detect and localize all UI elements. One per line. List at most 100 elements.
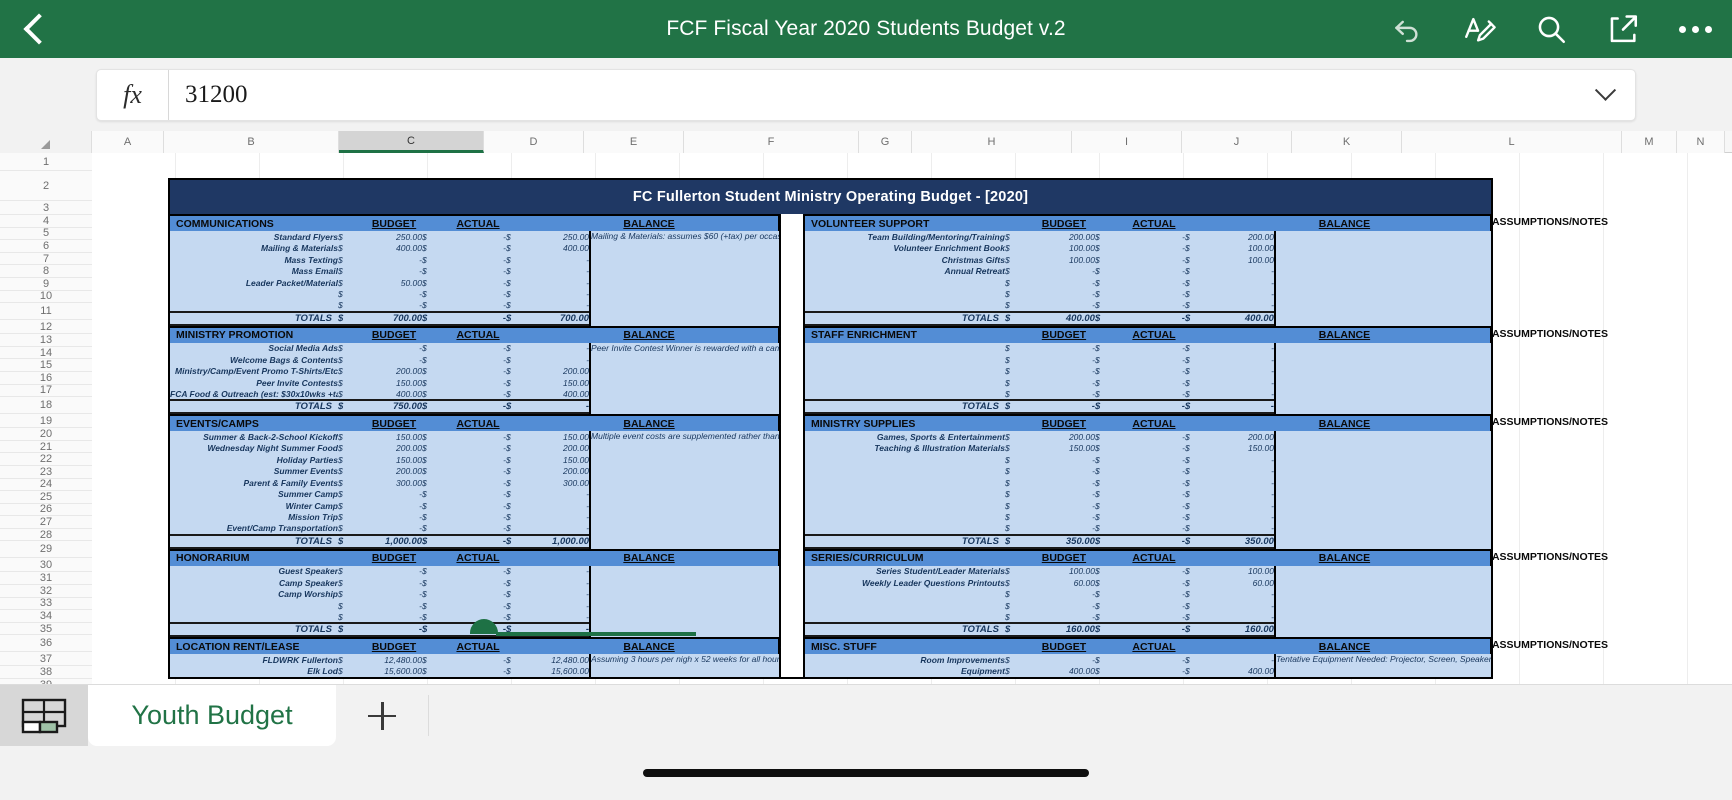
section-title: STAFF ENRICHMENT xyxy=(804,325,1019,343)
row-header-23[interactable]: 23 xyxy=(0,466,92,479)
item-balance: - xyxy=(586,354,590,365)
sheet-list-icon[interactable] xyxy=(0,685,88,746)
column-header-k[interactable]: K xyxy=(1292,131,1402,153)
formula-input[interactable]: 31200 xyxy=(169,81,1575,109)
row-header-38[interactable]: 38 xyxy=(0,666,92,680)
row-header-31[interactable]: 31 xyxy=(0,572,92,586)
budget-item-row[interactable]: Guest Speaker $ - $ - $ - xyxy=(170,565,780,636)
row-header-7[interactable]: 7 xyxy=(0,253,92,266)
column-header-d[interactable]: D xyxy=(484,131,584,153)
row-header-13[interactable]: 13 xyxy=(0,334,92,347)
item-label: Summer Events xyxy=(273,466,338,477)
column-header-j[interactable]: J xyxy=(1182,131,1292,153)
row-header-2[interactable]: 2 xyxy=(0,171,92,201)
search-icon[interactable] xyxy=(1532,10,1570,48)
share-icon[interactable] xyxy=(1604,10,1642,48)
column-header-m[interactable]: M xyxy=(1622,131,1677,153)
budget-item-row[interactable]: Games, Sports & Entertainment $200.00 $ - $2… xyxy=(805,431,1491,548)
currency-symbol: $ xyxy=(1094,277,1100,288)
item-actual: - xyxy=(503,254,507,265)
row-header-5[interactable]: 5 xyxy=(0,227,92,241)
row-header-9[interactable]: 9 xyxy=(0,278,92,291)
row-header-18[interactable]: 18 xyxy=(0,397,92,415)
budget-item-row[interactable]: Summer & Back-2-School Kickoff $150.00 $ - $… xyxy=(170,431,780,548)
row-header-29[interactable]: 29 xyxy=(0,541,92,559)
add-sheet-button[interactable] xyxy=(336,685,428,746)
row-header-32[interactable]: 32 xyxy=(0,585,92,598)
row-header-25[interactable]: 25 xyxy=(0,491,92,504)
row-header-19[interactable]: 19 xyxy=(0,414,92,429)
column-header-e[interactable]: E xyxy=(584,131,684,153)
row-header-4[interactable]: 4 xyxy=(0,215,92,228)
row-header-20[interactable]: 20 xyxy=(0,428,92,441)
section-header-row: MINISTRY PROMOTION BUDGET ACTUAL BALANCE ASS… xyxy=(170,325,896,343)
row-header-27[interactable]: 27 xyxy=(0,516,92,529)
item-budget: - xyxy=(1092,611,1095,622)
column-header-f[interactable]: F xyxy=(684,131,859,153)
row-header-17[interactable]: 17 xyxy=(0,384,92,398)
undo-icon[interactable] xyxy=(1388,10,1426,48)
sheet-tab-youth-budget[interactable]: Youth Budget xyxy=(88,685,336,746)
row-header-1[interactable]: 1 xyxy=(0,153,92,171)
item-balance: 60.00 xyxy=(1252,577,1274,588)
currency-symbol: $ xyxy=(1004,622,1019,637)
row-header-3[interactable]: 3 xyxy=(0,201,92,215)
budget-item-row[interactable]: Room Improvements $ - $ - $ - Tentative Equipme… xyxy=(805,654,1491,677)
row-header-12[interactable]: 12 xyxy=(0,320,92,335)
column-header-c[interactable]: C xyxy=(339,131,484,153)
currency-symbol: $ xyxy=(1094,523,1100,534)
row-header-28[interactable]: 28 xyxy=(0,529,92,542)
row-header-33[interactable]: 33 xyxy=(0,597,92,611)
item-label: Summer & Back-2-School Kickoff xyxy=(203,431,338,442)
item-label xyxy=(805,523,1005,535)
row-header-11[interactable]: 11 xyxy=(0,303,92,321)
column-header-i[interactable]: I xyxy=(1072,131,1182,153)
row-header-14[interactable]: 14 xyxy=(0,347,92,360)
totals-label: TOTALS xyxy=(170,399,338,414)
row-header-36[interactable]: 36 xyxy=(0,635,92,653)
more-icon[interactable] xyxy=(1676,10,1714,48)
column-header-b[interactable]: B xyxy=(164,131,339,153)
budget-item-row[interactable]: FLDWRK Fullerton $12,480.00 $ - $12,480.00 As… xyxy=(170,654,780,677)
row-header-30[interactable]: 30 xyxy=(0,558,92,573)
select-all-corner[interactable] xyxy=(0,131,92,153)
row-header-15[interactable]: 15 xyxy=(0,359,92,372)
row-header-37[interactable]: 37 xyxy=(0,652,92,667)
item-budget: - xyxy=(1092,366,1095,377)
row-header-35[interactable]: 35 xyxy=(0,623,92,636)
fx-button[interactable]: fx xyxy=(97,69,169,120)
row-header-24[interactable]: 24 xyxy=(0,478,92,492)
item-budget: - xyxy=(1092,300,1095,311)
section-title: MISC. STUFF xyxy=(804,637,1019,654)
row-header-10[interactable]: 10 xyxy=(0,290,92,304)
column-header-h[interactable]: H xyxy=(912,131,1072,153)
currency-symbol: $ xyxy=(1094,489,1100,500)
row-header-8[interactable]: 8 xyxy=(0,265,92,278)
column-header-g[interactable]: G xyxy=(859,131,912,153)
format-text-icon[interactable] xyxy=(1460,10,1498,48)
budget-item-row[interactable]: $ - $ - $ - xyxy=(805,342,1491,413)
row-header-34[interactable]: 34 xyxy=(0,610,92,623)
budget-item-row[interactable]: Team Building/Mentoring/Training $200.00 $… xyxy=(805,231,1491,325)
row-header-21[interactable]: 21 xyxy=(0,441,92,454)
row-header-22[interactable]: 22 xyxy=(0,453,92,466)
row-header-16[interactable]: 16 xyxy=(0,372,92,385)
column-header-n[interactable]: N xyxy=(1677,131,1725,153)
column-header-a[interactable]: A xyxy=(92,131,164,153)
item-actual: - xyxy=(503,666,507,677)
budget-item-row[interactable]: Series Student/Leader Materials $100.00 $ -… xyxy=(805,565,1491,636)
row-header-6[interactable]: 6 xyxy=(0,240,92,253)
cell-canvas[interactable]: FC Fullerton Student Ministry Operating … xyxy=(92,153,1732,684)
item-actual: - xyxy=(1182,431,1185,442)
budget-item-row[interactable]: Standard Flyers $250.00 $ - $250.00 Mailing &… xyxy=(170,231,780,325)
formula-expand-button[interactable] xyxy=(1575,70,1635,120)
item-budget: - xyxy=(419,577,422,588)
budget-item-row[interactable]: Social Media Ads $ - $ - $ - Peer Invite Contes… xyxy=(170,342,780,413)
section-notes xyxy=(589,565,780,636)
row-header-26[interactable]: 26 xyxy=(0,503,92,517)
currency-symbol: $ xyxy=(506,477,511,488)
back-button[interactable] xyxy=(0,0,70,58)
item-label xyxy=(805,512,1005,524)
formula-bar[interactable]: fx 31200 xyxy=(96,68,1636,121)
column-header-l[interactable]: L xyxy=(1402,131,1622,153)
